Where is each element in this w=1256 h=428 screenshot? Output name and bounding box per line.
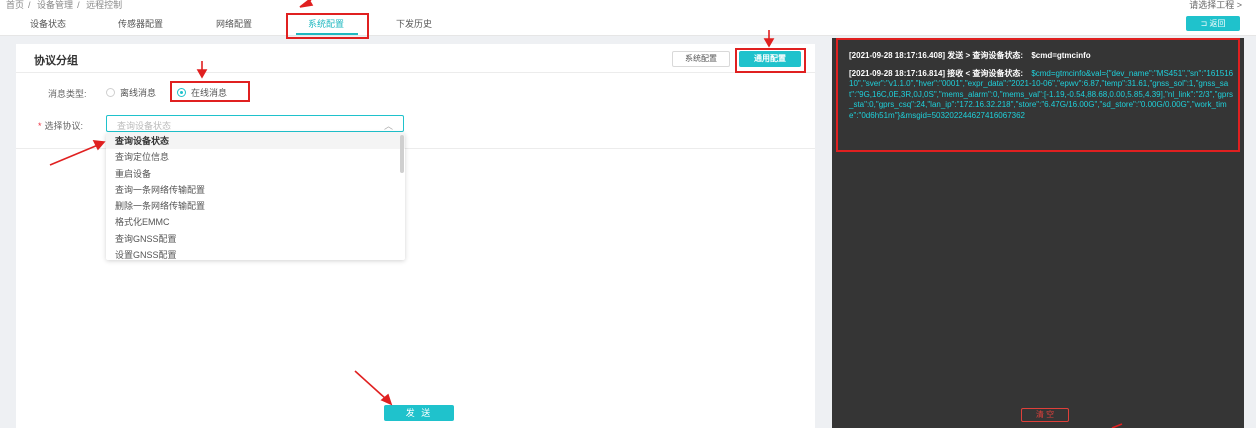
dropdown-scrollbar[interactable]: [400, 135, 404, 173]
system-config-button[interactable]: 系统配置: [672, 51, 730, 67]
dropdown-option-query-location[interactable]: 查询定位信息: [106, 149, 405, 165]
breadcrumb-separator: /: [77, 0, 80, 10]
divider: [16, 72, 815, 73]
protocol-select[interactable]: 查询设备状态 ︿: [106, 115, 404, 132]
breadcrumb-remote-control: 远程控制: [86, 0, 123, 10]
tab-device-status[interactable]: 设备状态: [30, 17, 66, 30]
dropdown-option-delete-network-config[interactable]: 删除一条网络传输配置: [106, 198, 405, 214]
dropdown-option-query-gnss[interactable]: 查询GNSS配置: [106, 231, 405, 247]
common-config-button[interactable]: 通用配置: [739, 51, 801, 67]
breadcrumb-device-management[interactable]: 设备管理: [37, 0, 73, 10]
dropdown-option-set-gnss[interactable]: 设置GNSS配置: [106, 247, 405, 260]
message-type-label: 消息类型:: [48, 89, 87, 99]
protocol-label: * 选择协议:: [38, 119, 83, 132]
panel-title: 协议分组: [34, 55, 78, 67]
protocol-dropdown: 查询设备状态 查询定位信息 重启设备 查询一条网络传输配置 删除一条网络传输配置…: [106, 133, 405, 260]
radio-dot[interactable]: [177, 88, 186, 97]
dropdown-option-query-device-status[interactable]: 查询设备状态: [106, 133, 405, 150]
dropdown-option-format-emmc[interactable]: 格式化EMMC: [106, 214, 405, 230]
radio-dot[interactable]: [106, 88, 115, 97]
active-tab-indicator: [296, 33, 358, 35]
radio-online-message[interactable]: 在线消息: [177, 86, 227, 99]
tab-sensor-config[interactable]: 传感器配置: [118, 17, 163, 30]
annotation-box-log: [836, 38, 1240, 152]
breadcrumb: 首页 / 设备管理 / 远程控制: [6, 0, 126, 11]
chevron-up-icon: ︿: [383, 121, 393, 131]
radio-offline-label: 离线消息: [120, 88, 157, 98]
back-button[interactable]: ⊐ 返回: [1186, 16, 1240, 31]
breadcrumb-home[interactable]: 首页: [6, 0, 24, 10]
tab-bar: 设备状态 传感器配置 网络配置 系统配置 下发历史: [0, 12, 1256, 36]
radio-online-label: 在线消息: [191, 88, 228, 98]
tab-system-config[interactable]: 系统配置: [308, 17, 344, 30]
tab-network-config[interactable]: 网络配置: [216, 17, 252, 30]
top-bar: 首页 / 设备管理 / 远程控制 请选择工程 >: [0, 0, 1256, 12]
dropdown-option-restart-device[interactable]: 重启设备: [106, 166, 405, 182]
tab-send-history[interactable]: 下发历史: [396, 17, 432, 30]
protocol-label-text: 选择协议:: [44, 121, 84, 131]
breadcrumb-separator: /: [28, 0, 31, 10]
dropdown-option-query-network-config[interactable]: 查询一条网络传输配置: [106, 182, 405, 198]
project-selector[interactable]: 请选择工程 >: [1189, 0, 1242, 11]
send-button[interactable]: 发 送: [384, 405, 454, 421]
radio-offline-message[interactable]: 离线消息: [106, 86, 156, 99]
required-marker: *: [38, 121, 42, 131]
protocol-select-placeholder: 查询设备状态: [117, 121, 172, 131]
clear-button[interactable]: 清 空: [1021, 408, 1069, 422]
